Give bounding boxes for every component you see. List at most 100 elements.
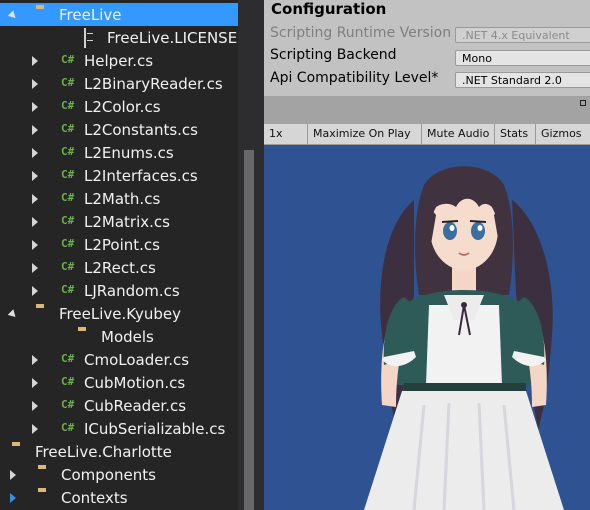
explorer-item-label: Helper.cs [84,51,154,70]
csharp-file-icon: C# [61,191,75,204]
scripting-runtime-version-dropdown: .NET 4.x Equivalent [455,27,590,43]
collapse-arrow-icon[interactable] [8,492,18,504]
csharp-file-icon: C# [61,375,75,388]
explorer-item-label: L2Color.cs [84,97,161,116]
explorer-item[interactable]: FreeLive [0,3,238,26]
expand-arrow-icon[interactable] [8,308,18,320]
mute-audio-button[interactable]: Mute Audio [422,124,495,144]
explorer-item[interactable]: Models [0,325,238,348]
game-view-tab-bar [264,96,590,124]
explorer-item-label: CubMotion.cs [84,373,186,392]
maximize-on-play-button[interactable]: Maximize On Play [308,124,422,144]
explorer-item[interactable]: C# CmoLoader.cs [0,348,238,371]
explorer-item[interactable]: C# L2Matrix.cs [0,210,238,233]
explorer-item-label: CmoLoader.cs [84,350,190,369]
explorer-item[interactable]: C# L2Rect.cs [0,256,238,279]
explorer-item[interactable]: C# LJRandom.cs [0,279,238,302]
csharp-file-icon: C# [61,53,75,66]
collapse-arrow-icon[interactable] [30,78,40,90]
player-settings-configuration: Configuration Scripting Runtime Version … [264,0,590,96]
collapse-arrow-icon[interactable] [30,101,40,113]
solution-explorer: FreeLive FreeLive.LICENSE.txt C# Helper.cs C… [0,0,264,510]
folder-icon [78,328,98,344]
csharp-file-icon: C# [61,398,75,411]
explorer-item-label: Components [61,465,156,484]
explorer-item[interactable]: C# L2Point.cs [0,233,238,256]
explorer-item[interactable]: Components [0,463,238,486]
explorer-item[interactable]: FreeLive.Kyubey [0,302,238,325]
explorer-item-label: LJRandom.cs [84,281,180,300]
collapse-arrow-icon[interactable] [30,147,40,159]
explorer-item-label: ICubSerializable.cs [84,419,226,438]
collapse-arrow-icon[interactable] [30,423,40,435]
csharp-file-icon: C# [61,76,75,89]
collapse-arrow-icon[interactable] [30,285,40,297]
folder-icon [38,489,58,505]
explorer-item-label: L2Constants.cs [84,120,198,139]
explorer-item[interactable]: C# L2BinaryReader.cs [0,72,238,95]
api-compatibility-level-dropdown[interactable]: .NET Standard 2.0 [455,72,590,88]
explorer-item[interactable]: C# L2Interfaces.cs [0,164,238,187]
scripting-backend-dropdown[interactable]: Mono [455,50,590,66]
scripting-runtime-version-label: Scripting Runtime Version [270,25,452,41]
gizmos-button[interactable]: Gizmos [536,124,590,144]
collapse-arrow-icon[interactable] [30,239,40,251]
explorer-item-label: L2Math.cs [84,189,161,208]
csharp-file-icon: C# [61,122,75,135]
explorer-item-label: L2Enums.cs [84,143,174,162]
expand-arrow-icon[interactable] [8,9,18,21]
csharp-file-icon: C# [61,352,75,365]
explorer-item-label: FreeLive.Kyubey [59,304,181,323]
explorer-item-label: L2BinaryReader.cs [84,74,223,93]
anime-character-render [364,166,564,510]
explorer-item-label: L2Rect.cs [84,258,156,277]
game-view[interactable] [264,145,590,510]
explorer-item[interactable]: C# L2Constants.cs [0,118,238,141]
explorer-item-label: CubReader.cs [84,396,187,415]
game-view-toolbar: 1x Maximize On Play Mute Audio Stats Giz… [264,124,590,145]
csharp-file-icon: C# [61,99,75,112]
collapse-arrow-icon[interactable] [30,377,40,389]
explorer-item[interactable]: Contexts [0,486,238,509]
csharp-file-icon: C# [61,421,75,434]
collapse-arrow-icon[interactable] [30,354,40,366]
explorer-item[interactable]: C# Helper.cs [0,49,238,72]
collapse-arrow-icon[interactable] [30,124,40,136]
explorer-item[interactable]: C# L2Math.cs [0,187,238,210]
collapse-arrow-icon[interactable] [30,262,40,274]
folder-icon [36,6,56,22]
explorer-item[interactable]: C# CubReader.cs [0,394,238,417]
api-compatibility-level-label: Api Compatibility Level* [270,70,439,86]
scale-slider-label[interactable]: 1x [264,124,308,144]
explorer-item-label: L2Point.cs [84,235,160,254]
collapse-arrow-icon[interactable] [30,170,40,182]
csharp-file-icon: C# [61,283,75,296]
explorer-item-label: FreeLive [59,5,122,24]
explorer-item-label: L2Interfaces.cs [84,166,198,185]
csharp-file-icon: C# [61,237,75,250]
explorer-scrollbar-thumb[interactable] [244,150,254,510]
explorer-item-label: Models [101,327,154,346]
scripting-backend-label: Scripting Backend [270,47,397,63]
maximize-icon[interactable] [580,100,586,106]
explorer-item[interactable]: C# L2Color.cs [0,95,238,118]
folder-icon [36,305,56,321]
explorer-item[interactable]: FreeLive.Charlotte [0,440,238,463]
configuration-title: Configuration [271,0,387,18]
collapse-arrow-icon[interactable] [30,400,40,412]
csharp-file-icon: C# [61,214,75,227]
stats-button[interactable]: Stats [495,124,536,144]
explorer-item[interactable]: C# L2Enums.cs [0,141,238,164]
explorer-item-label: L2Matrix.cs [84,212,170,231]
collapse-arrow-icon[interactable] [30,193,40,205]
collapse-arrow-icon[interactable] [30,216,40,228]
collapse-arrow-icon[interactable] [30,55,40,67]
folder-icon [12,443,32,459]
collapse-arrow-icon[interactable] [8,469,18,481]
csharp-file-icon: C# [61,168,75,181]
csharp-file-icon: C# [61,260,75,273]
explorer-item[interactable]: FreeLive.LICENSE.txt [0,26,263,49]
explorer-item[interactable]: C# ICubSerializable.cs [0,417,238,440]
text-file-icon [84,28,104,48]
explorer-item[interactable]: C# CubMotion.cs [0,371,238,394]
